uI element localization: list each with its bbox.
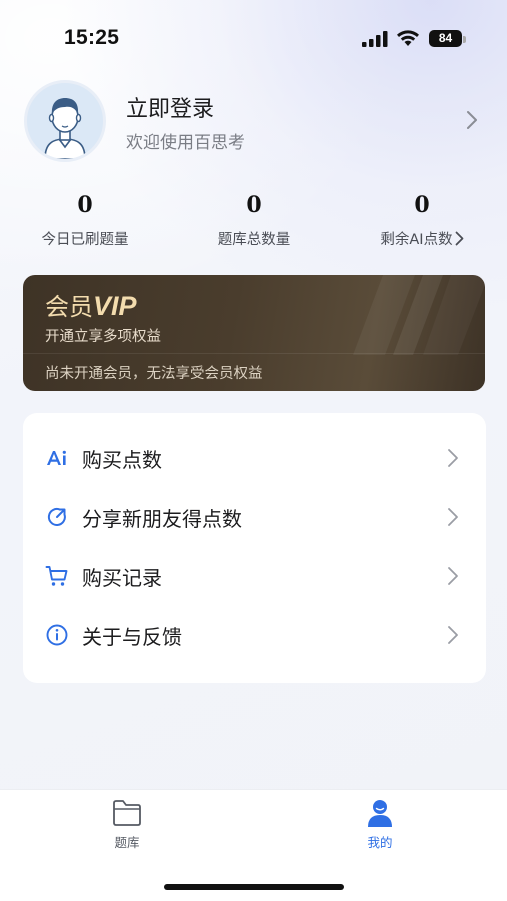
signal-icon — [362, 31, 388, 47]
stat-value: 0 — [246, 192, 262, 218]
stat-ai-points[interactable]: 0 剩余AI点数 — [342, 188, 502, 249]
ai-icon — [47, 450, 66, 465]
stat-value: 0 — [414, 192, 430, 218]
user-avatar-icon[interactable] — [24, 80, 106, 162]
chevron-right-icon — [448, 508, 458, 526]
menu-card: 购买点数 分享新朋友得点数 购买记录 关于与反馈 — [23, 413, 486, 683]
tab-label: 题库 — [114, 835, 140, 850]
menu-item-buy-points[interactable]: 购买点数 — [23, 429, 486, 487]
menu-label: 关于与反馈 — [82, 625, 182, 649]
tab-label: 我的 — [367, 835, 393, 850]
chevron-right-icon — [448, 567, 458, 585]
chevron-right-icon — [448, 626, 458, 644]
chevron-right-icon — [455, 231, 463, 246]
stat-label-row[interactable]: 剩余AI点数 — [342, 228, 502, 249]
tab-mine[interactable]: 我的 — [330, 798, 430, 868]
menu-label: 购买记录 — [82, 566, 162, 590]
wifi-icon — [397, 30, 419, 46]
status-bar: 15:25 84 — [0, 0, 507, 78]
chevron-right-icon[interactable] — [466, 110, 478, 130]
menu-item-purchase-history[interactable]: 购买记录 — [23, 547, 486, 605]
status-time: 15:25 — [64, 26, 120, 49]
stat-today-questions: 0 今日已刷题量 — [5, 188, 165, 249]
chevron-right-icon — [448, 449, 458, 467]
stats-row: 0 今日已刷题量 0 题库总数量 0 剩余AI点数 — [0, 188, 507, 260]
tab-bar: 题库 我的 — [0, 789, 507, 901]
stat-value: 0 — [77, 192, 93, 218]
battery-icon: 84 — [429, 30, 462, 47]
vip-title: 会员VIP — [45, 287, 137, 322]
cart-icon — [45, 566, 68, 586]
login-title[interactable]: 立即登录 — [126, 91, 214, 123]
stat-label: 剩余AI点数 — [380, 232, 453, 248]
vip-badge: VIP — [93, 291, 137, 321]
login-subtitle: 欢迎使用百思考 — [126, 133, 245, 153]
user-icon — [368, 800, 392, 827]
folder-icon — [113, 800, 141, 826]
vip-decoration — [353, 275, 485, 355]
stat-bank-total: 0 题库总数量 — [174, 188, 334, 249]
battery-cap — [463, 36, 466, 43]
vip-notice: 尚未开通会员，无法享受会员权益 — [45, 366, 263, 382]
battery-level: 84 — [438, 31, 453, 45]
share-refresh-icon — [47, 508, 66, 526]
menu-item-share-friends[interactable]: 分享新朋友得点数 — [23, 488, 486, 546]
status-icons: 84 — [362, 28, 472, 50]
vip-divider — [23, 353, 485, 354]
stat-label: 今日已刷题量 — [41, 232, 129, 248]
menu-item-about-feedback[interactable]: 关于与反馈 — [23, 606, 486, 664]
vip-title-prefix: 会员 — [45, 293, 93, 321]
menu-label: 购买点数 — [82, 448, 162, 472]
menu-label: 分享新朋友得点数 — [82, 507, 242, 531]
info-icon — [46, 624, 68, 646]
tab-question-bank[interactable]: 题库 — [77, 798, 177, 868]
home-indicator[interactable] — [164, 884, 344, 890]
vip-subtitle: 开通立享多项权益 — [45, 329, 161, 345]
profile-login-row[interactable]: 立即登录 欢迎使用百思考 — [0, 80, 507, 164]
vip-card[interactable]: 会员VIP 开通立享多项权益 尚未开通会员，无法享受会员权益 — [23, 275, 485, 391]
stat-label: 题库总数量 — [217, 232, 291, 248]
